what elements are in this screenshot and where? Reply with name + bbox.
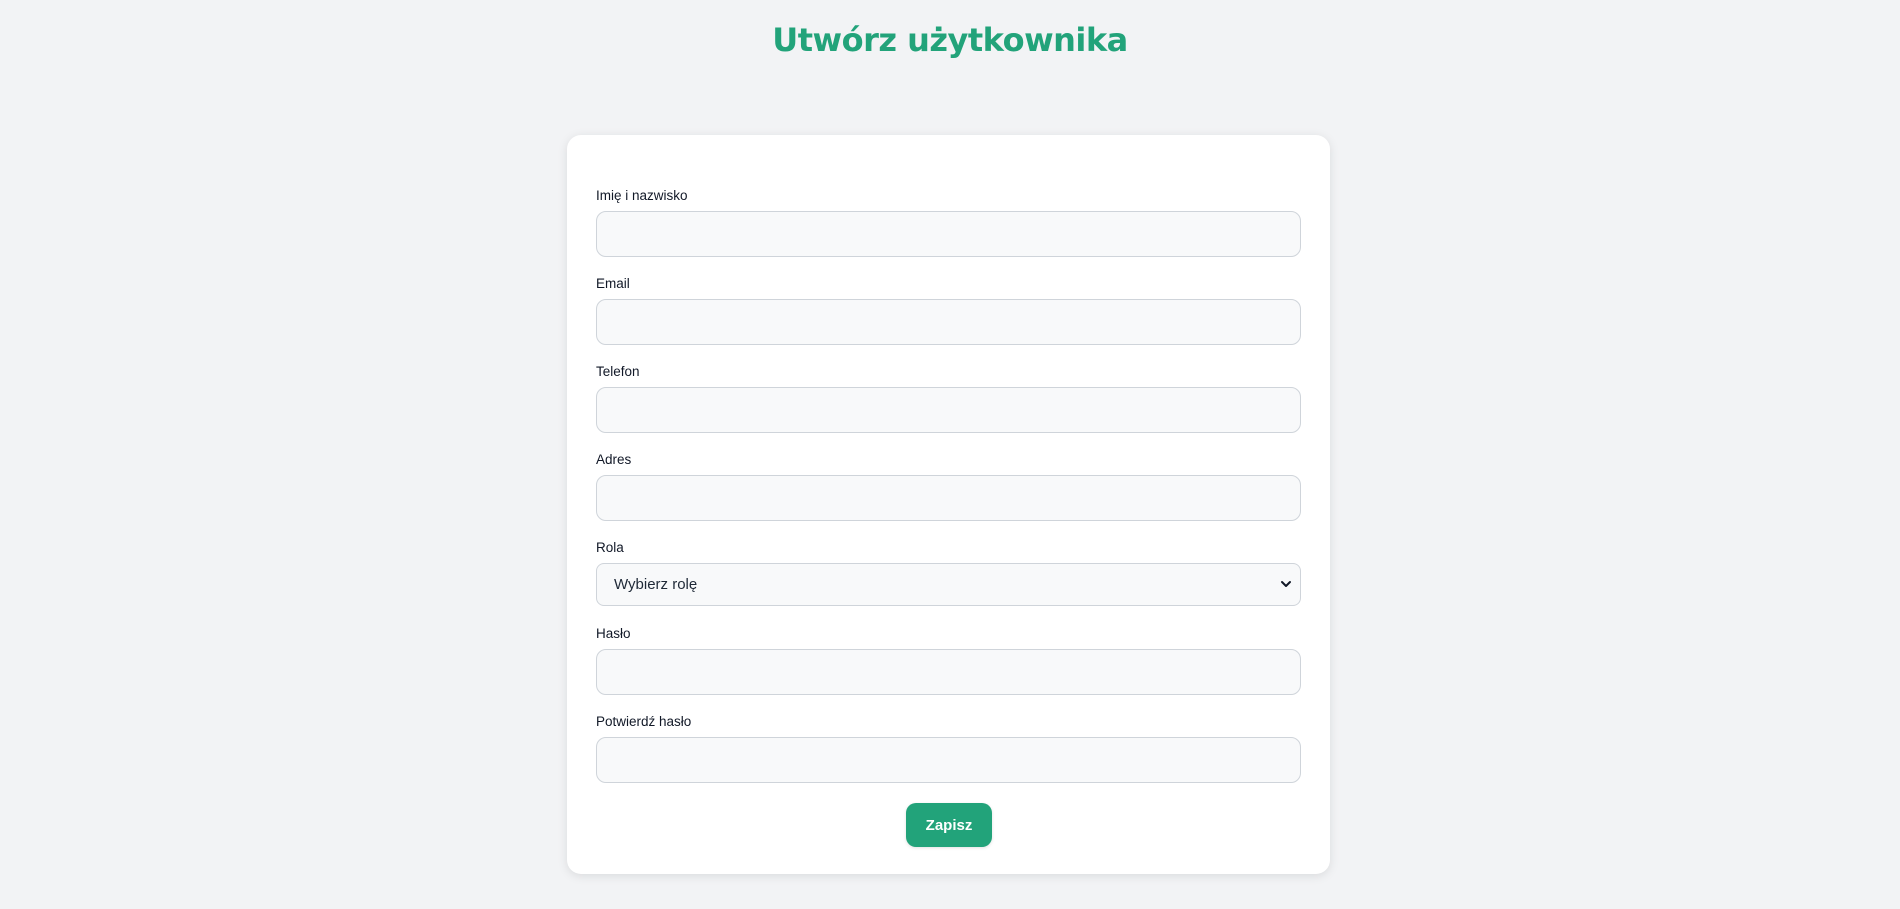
role-field-group: Rola Wybierz rolę [596,539,1301,606]
confirm-password-field-group: Potwierdź hasło [596,713,1301,783]
save-button[interactable]: Zapisz [906,803,992,847]
email-field-group: Email [596,275,1301,345]
address-input[interactable] [596,475,1301,521]
role-label: Rola [596,540,624,555]
phone-input[interactable] [596,387,1301,433]
page-title: Utwórz użytkownika [772,21,1128,59]
chevron-down-icon [1281,581,1291,587]
full-name-label: Imię i nazwisko [596,188,688,203]
role-select-value: Wybierz rolę [614,576,698,593]
create-user-form: Imię i nazwisko Email Telefon Adres Rola… [567,135,1330,874]
address-field-group: Adres [596,451,1301,521]
confirm-password-label: Potwierdź hasło [596,714,692,729]
full-name-field-group: Imię i nazwisko [596,187,1301,257]
password-field-group: Hasło [596,625,1301,695]
full-name-input[interactable] [596,211,1301,257]
password-label: Hasło [596,626,631,641]
email-label: Email [596,276,630,291]
phone-field-group: Telefon [596,363,1301,433]
email-input[interactable] [596,299,1301,345]
role-select[interactable]: Wybierz rolę [596,563,1301,606]
phone-label: Telefon [596,364,640,379]
address-label: Adres [596,452,632,467]
password-input[interactable] [596,649,1301,695]
confirm-password-input[interactable] [596,737,1301,783]
